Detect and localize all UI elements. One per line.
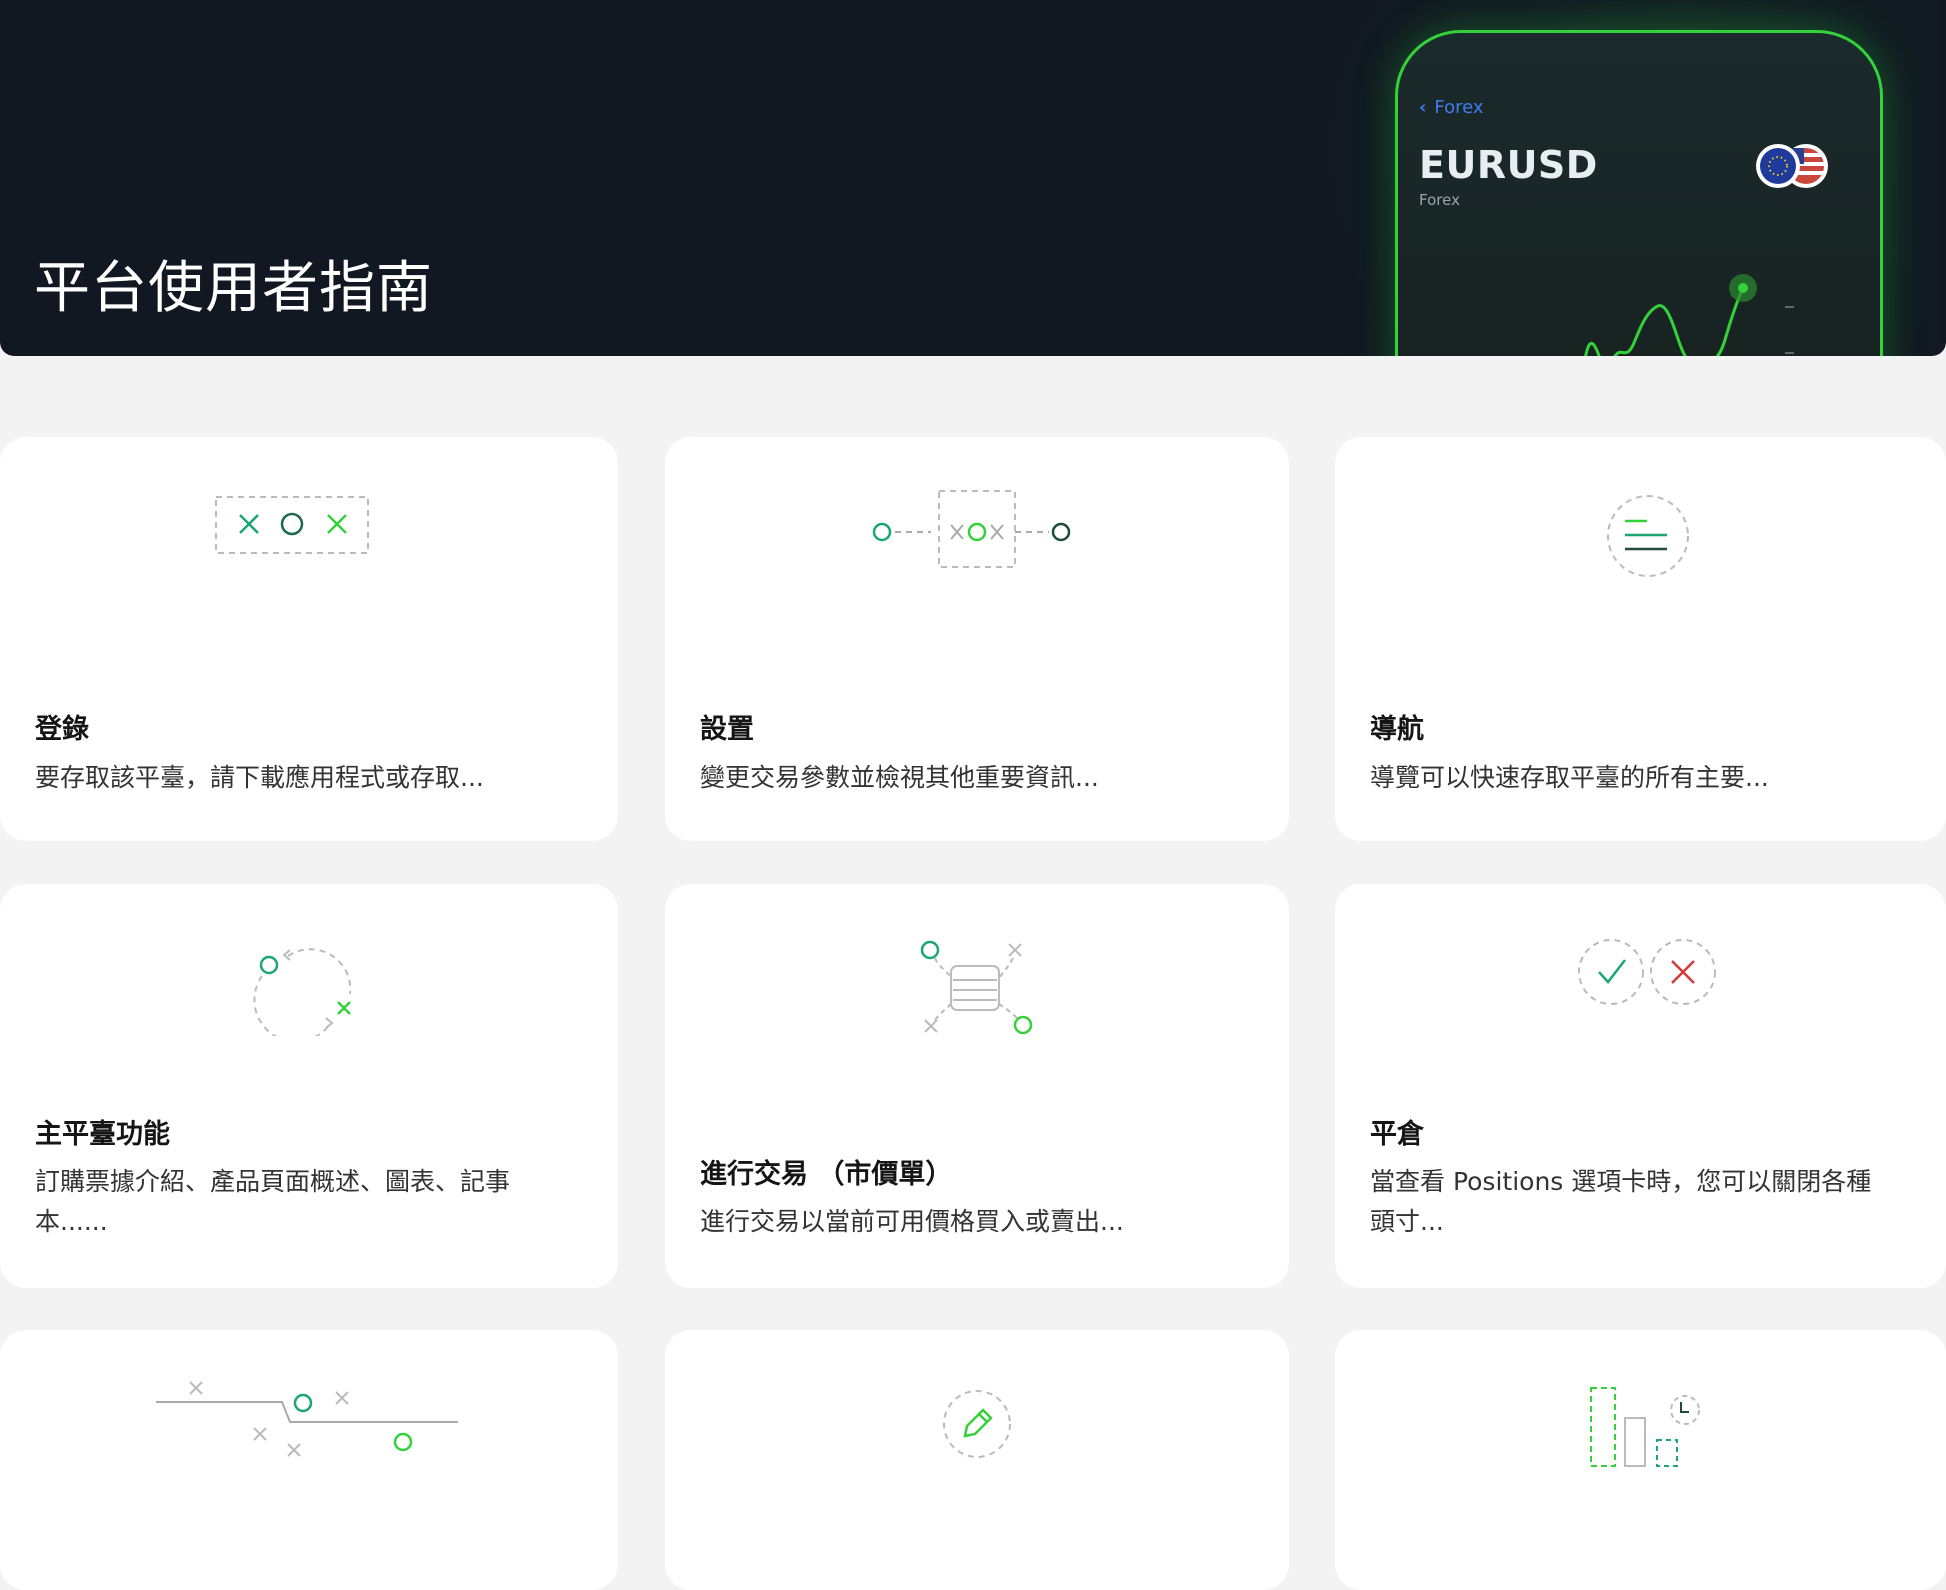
currency-flags-icon	[1756, 144, 1828, 188]
features-illustration-icon	[0, 884, 618, 1074]
login-illustration-icon	[0, 437, 618, 627]
guide-card-login[interactable]: 登錄 要存取該平臺，請下載應用程式或存取...	[0, 437, 618, 841]
pencil-illustration-icon	[665, 1330, 1289, 1520]
card-title: 主平臺功能	[35, 1119, 170, 1150]
card-description: 導覽可以快速存取平臺的所有主要...	[1370, 763, 1769, 792]
card-description: 當查看 Positions 選項卡時，您可以關閉各種頭寸...	[1370, 1167, 1872, 1236]
card-description: 進行交易以當前可用價格買入或賣出...	[700, 1207, 1124, 1236]
card-description: 要存取該平臺，請下載應用程式或存取...	[35, 763, 484, 792]
close-position-illustration-icon	[1335, 884, 1946, 1074]
hero-banner: 平台使用者指南 ‹ Forex EURUSD Forex	[0, 0, 1946, 356]
guide-card-8[interactable]	[665, 1330, 1289, 1590]
chevron-left-icon: ‹	[1419, 97, 1427, 118]
guide-card-market-order[interactable]: 進行交易 （市價單） 進行交易以當前可用價格買入或賣出...	[665, 884, 1289, 1288]
phone-category: Forex	[1419, 191, 1460, 209]
guide-card-settings[interactable]: 設置 變更交易參數並檢視其他重要資訊...	[665, 437, 1289, 841]
card-title: 設置	[700, 714, 754, 745]
card-title: 登錄	[35, 714, 89, 745]
market-order-illustration-icon	[665, 884, 1289, 1074]
guide-card-9[interactable]	[1335, 1330, 1946, 1590]
guide-card-7[interactable]	[0, 1330, 618, 1590]
card-title: 進行交易 （市價單）	[700, 1159, 953, 1190]
card-description: 變更交易參數並檢視其他重要資訊...	[700, 763, 1099, 792]
chart-illustration-icon	[1335, 1330, 1946, 1520]
phone-symbol: EURUSD	[1419, 143, 1598, 187]
card-title: 導航	[1370, 714, 1424, 745]
card-7-illustration-icon	[0, 1330, 618, 1520]
page-title: 平台使用者指南	[34, 256, 433, 321]
price-chart-icon	[1584, 274, 1794, 356]
guide-card-main-features[interactable]: 主平臺功能 訂購票據介紹、產品頁面概述、圖表、記事本......	[0, 884, 618, 1288]
guide-card-close-position[interactable]: 平倉 當查看 Positions 選項卡時，您可以關閉各種頭寸...	[1335, 884, 1946, 1288]
phone-mockup: ‹ Forex EURUSD Forex	[1395, 30, 1883, 356]
phone-back-link: ‹ Forex	[1419, 97, 1484, 118]
guide-card-navigation[interactable]: 導航 導覽可以快速存取平臺的所有主要...	[1335, 437, 1946, 841]
phone-back-label: Forex	[1434, 97, 1484, 118]
card-title: 平倉	[1370, 1119, 1424, 1150]
card-description: 訂購票據介紹、產品頁面概述、圖表、記事本......	[35, 1167, 511, 1236]
navigation-illustration-icon	[1335, 437, 1946, 627]
settings-illustration-icon	[665, 437, 1289, 627]
